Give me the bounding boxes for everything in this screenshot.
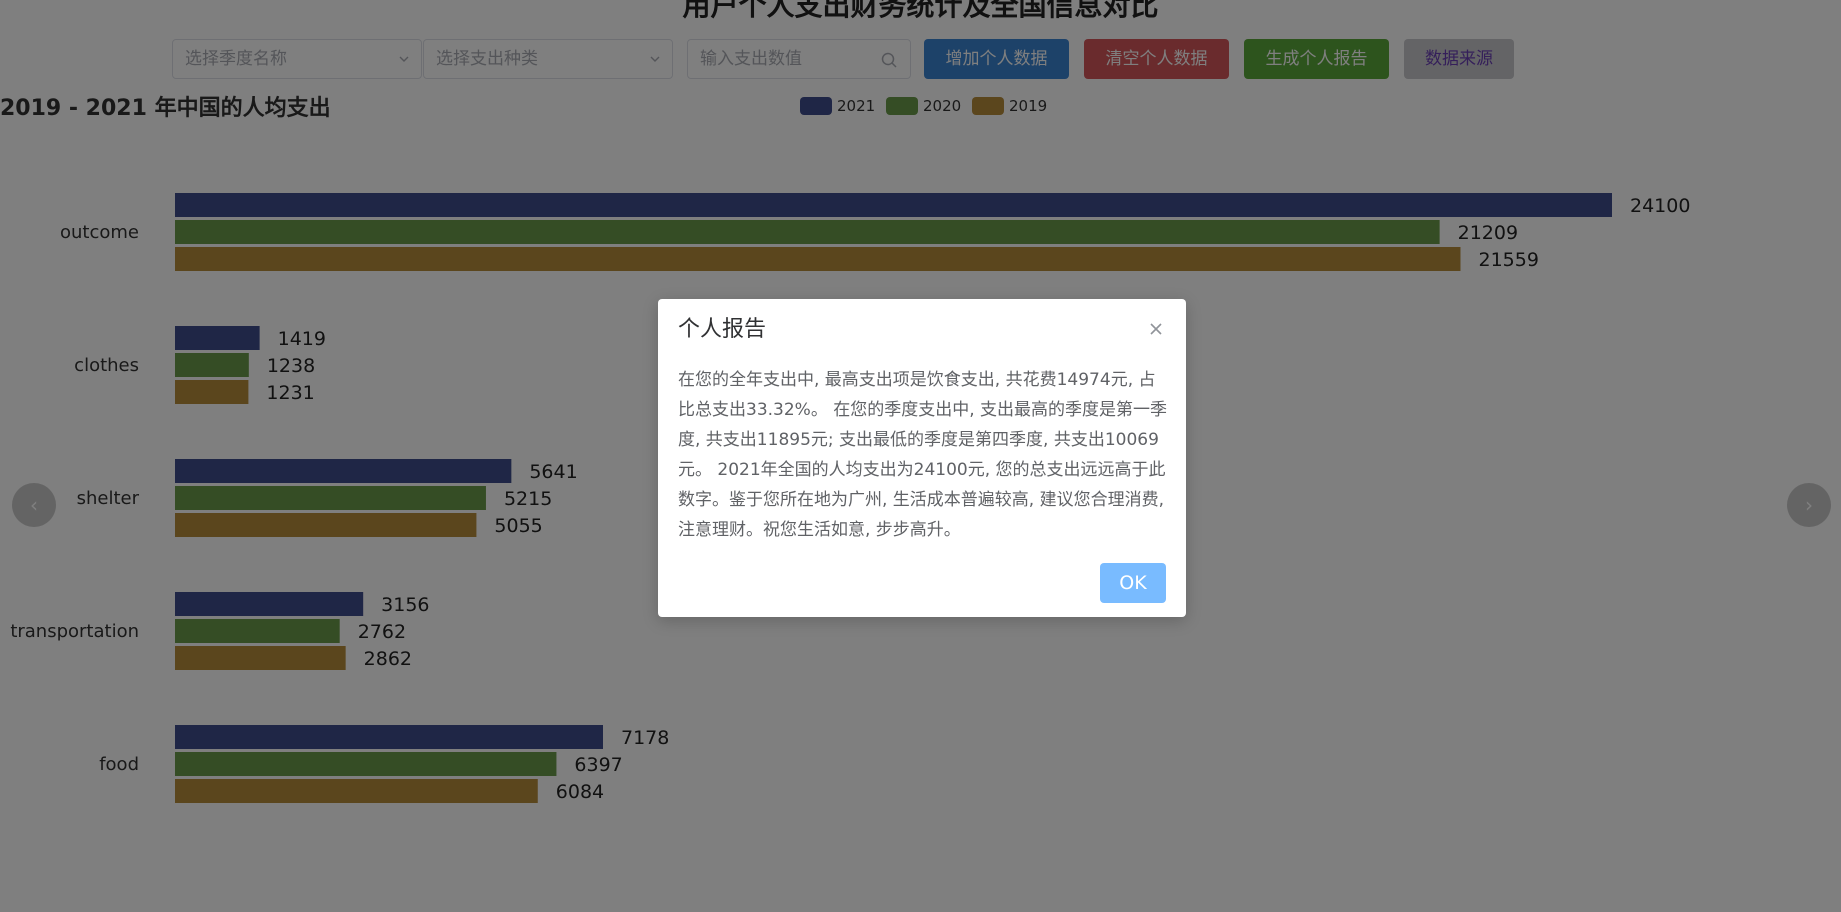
report-dialog: 个人报告 在您的全年支出中, 最高支出项是饮食支出, 共花费14974元, 占比… [658, 299, 1186, 617]
dialog-body: 在您的全年支出中, 最高支出项是饮食支出, 共花费14974元, 占比总支出33… [678, 370, 1168, 540]
dialog-title: 个人报告 [678, 317, 767, 342]
ok-button[interactable]: OK [1100, 563, 1166, 603]
close-icon[interactable] [1146, 319, 1166, 339]
page: 用户个人支出财务统计及全国信息对比 选择季度名称 选择支出种类 增加个人数据 清… [0, 0, 1841, 912]
